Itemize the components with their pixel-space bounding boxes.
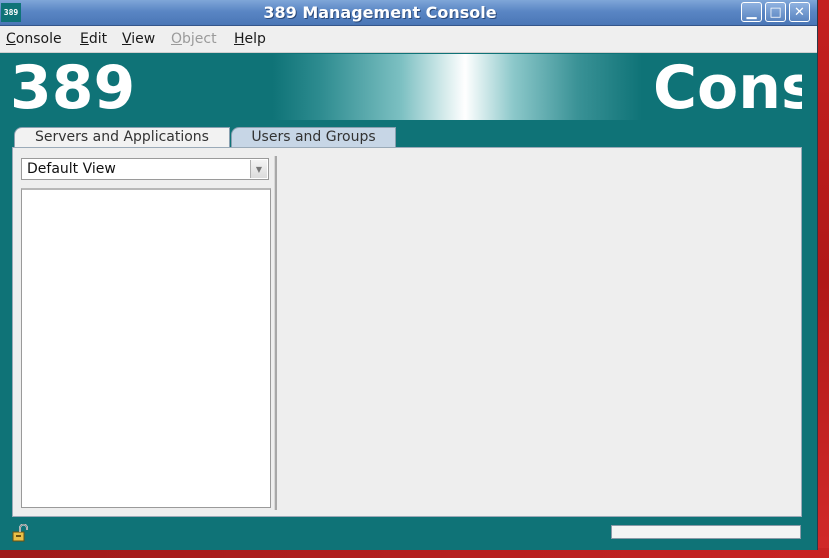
banner-logo-text: 389 [10,54,136,120]
tab-users-and-groups[interactable]: Users and Groups [231,127,396,147]
menu-console[interactable]: Console [6,31,62,47]
close-button[interactable]: ✕ [789,2,810,22]
menu-help[interactable]: Help [234,31,266,47]
view-selector-value: Default View [27,161,116,177]
chevron-down-icon[interactable]: ▼ [250,160,267,178]
unlocked-padlock-icon[interactable] [12,524,30,542]
minimize-button[interactable]: ▁ [741,2,762,22]
panel-splitter[interactable] [274,156,277,510]
console-window: 389 389 Management Console ▁ □ ✕ Console… [0,0,818,550]
menu-object[interactable]: Object [171,31,217,47]
navigation-tree[interactable] [21,188,271,508]
tab-servers-and-applications[interactable]: Servers and Applications [14,127,230,147]
menu-bar: Console Edit View Object Help [0,26,817,53]
tab-content-panel: Default View ▼ [12,147,802,517]
title-bar[interactable]: 389 389 Management Console ▁ □ ✕ [0,0,817,26]
window-title: 389 Management Console [263,3,497,22]
banner-product-text: Cons [653,54,802,120]
maximize-button[interactable]: □ [765,2,786,22]
desktop-background [817,0,829,558]
menu-edit[interactable]: Edit [80,31,107,47]
console-banner: 389 Cons [0,54,802,120]
status-bar [0,517,817,550]
view-selector[interactable]: Default View ▼ [21,158,269,180]
menu-view[interactable]: View [122,31,155,47]
progress-bar [611,525,801,539]
